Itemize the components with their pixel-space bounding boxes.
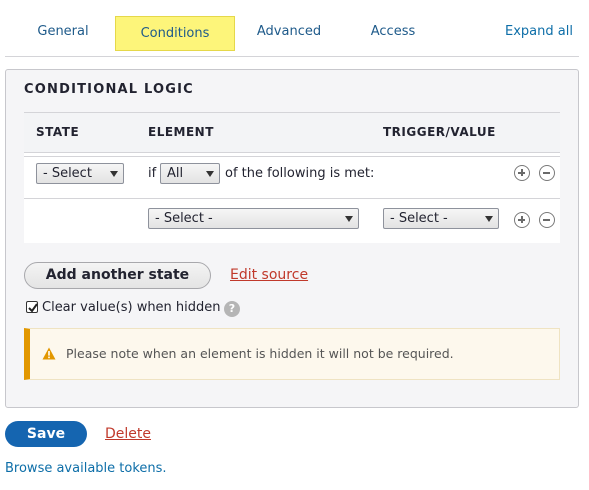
- delete-link[interactable]: Delete: [105, 426, 151, 442]
- browse-tokens-link[interactable]: Browse available tokens.: [5, 461, 167, 476]
- column-header-trigger: TRIGGER/VALUE: [383, 125, 496, 139]
- minus-icon: [543, 172, 550, 174]
- chevron-down-icon: [110, 171, 118, 177]
- edit-source-link[interactable]: Edit source: [230, 267, 308, 283]
- warning-message: Please note when an element is hidden it…: [24, 328, 560, 380]
- column-header-state: STATE: [36, 125, 80, 139]
- element-select[interactable]: - Select -: [148, 208, 359, 229]
- tab-conditions[interactable]: Conditions: [115, 16, 235, 51]
- state-select-value: - Select: [43, 166, 92, 181]
- row-divider: [24, 156, 560, 157]
- minus-icon: [543, 219, 550, 221]
- condition-select[interactable]: All: [160, 163, 220, 184]
- expand-all-link[interactable]: Expand all: [505, 14, 573, 50]
- states-table: STATE ELEMENT TRIGGER/VALUE - Select if …: [24, 112, 560, 243]
- remove-condition-button[interactable]: [539, 212, 555, 228]
- tab-advanced[interactable]: Advanced: [251, 14, 327, 50]
- tab-general[interactable]: General: [29, 14, 97, 50]
- clear-values-label: Clear value(s) when hidden: [42, 300, 221, 315]
- table-header: STATE ELEMENT TRIGGER/VALUE: [24, 113, 560, 153]
- column-header-element: ELEMENT: [148, 125, 214, 139]
- add-row-button[interactable]: [514, 165, 530, 181]
- if-label: if: [148, 166, 157, 181]
- trigger-select-value: - Select -: [390, 211, 448, 226]
- conditional-logic-panel: CONDITIONAL LOGIC STATE ELEMENT TRIGGER/…: [5, 69, 579, 408]
- element-select-value: - Select -: [155, 211, 213, 226]
- help-icon[interactable]: ?: [224, 301, 240, 317]
- panel-legend: CONDITIONAL LOGIC: [24, 82, 194, 97]
- condition-select-value: All: [167, 166, 184, 181]
- chevron-down-icon: [206, 171, 214, 177]
- chevron-down-icon: [345, 216, 353, 222]
- checkmark-icon: [28, 303, 38, 313]
- row-divider: [24, 198, 560, 199]
- tab-bar: General Conditions Advanced Access: [5, 0, 579, 57]
- clear-values-checkbox[interactable]: [26, 301, 38, 313]
- save-button[interactable]: Save: [5, 421, 87, 447]
- add-condition-button[interactable]: [514, 212, 530, 228]
- trigger-select[interactable]: - Select -: [383, 208, 499, 229]
- remove-row-button[interactable]: [539, 165, 555, 181]
- tab-access[interactable]: Access: [365, 14, 421, 50]
- chevron-down-icon: [485, 216, 493, 222]
- warning-text: Please note when an element is hidden it…: [66, 346, 454, 361]
- state-select[interactable]: - Select: [36, 163, 124, 184]
- condition-suffix: of the following is met:: [225, 166, 375, 181]
- warning-icon: [42, 347, 56, 360]
- add-another-state-button[interactable]: Add another state: [24, 262, 211, 289]
